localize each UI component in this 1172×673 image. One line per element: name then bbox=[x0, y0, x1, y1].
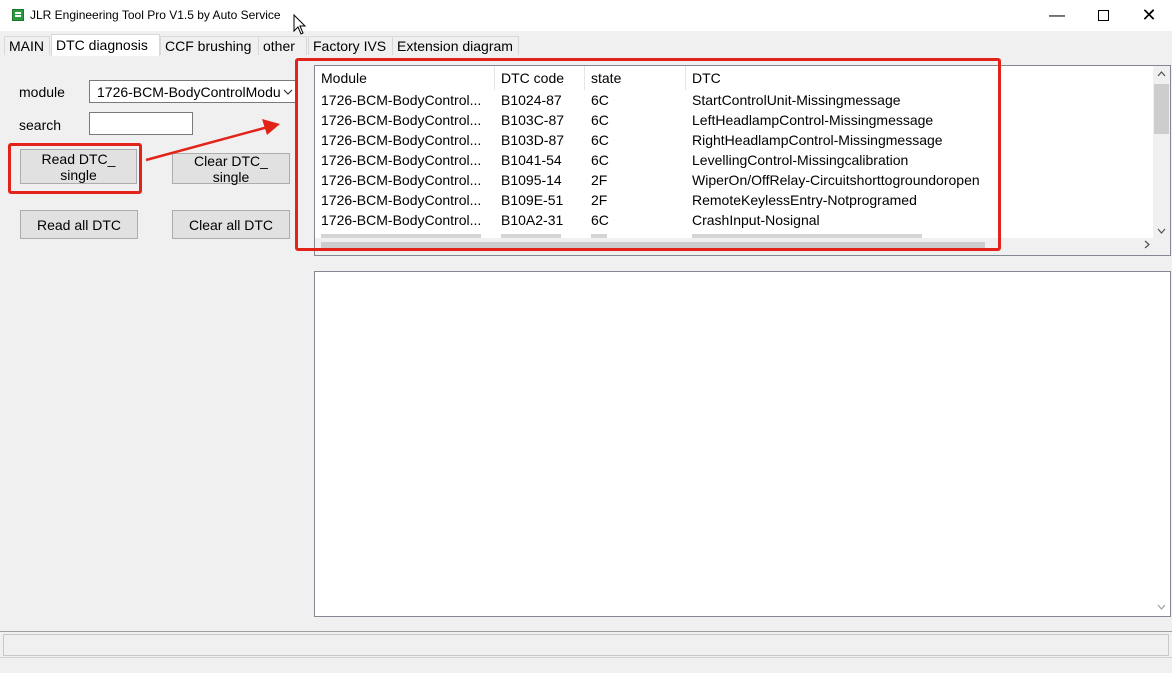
horizontal-scroll-thumb[interactable] bbox=[321, 242, 985, 251]
app-icon bbox=[12, 9, 24, 21]
scroll-down-icon[interactable] bbox=[1153, 599, 1170, 616]
cell-state: 6C bbox=[591, 212, 609, 228]
title-bar: JLR Engineering Tool Pro V1.5 by Auto Se… bbox=[0, 0, 1172, 31]
maximize-icon bbox=[1097, 10, 1109, 22]
table-row[interactable]: 1726-BCM-BodyControl... B103C-87 6C Left… bbox=[315, 110, 1155, 130]
table-row[interactable]: 1726-BCM-BodyControl... B103D-87 6C Righ… bbox=[315, 130, 1155, 150]
cell-dtc-code: B103C-87 bbox=[501, 112, 565, 128]
cell-module: 1726-BCM-BodyControl... bbox=[321, 132, 482, 148]
status-bar bbox=[3, 634, 1169, 656]
bottom-separator bbox=[0, 657, 1172, 658]
module-select-value: 1726-BCM-BodyControlModule bbox=[97, 84, 292, 100]
cell-dtc-code: B1095-14 bbox=[501, 172, 562, 188]
cell-dtc: StartControlUnit-Missingmessage bbox=[692, 92, 901, 108]
output-textarea[interactable] bbox=[314, 271, 1171, 617]
table-row[interactable]: 1726-BCM-BodyControl... B10A2-31 6C Cras… bbox=[315, 210, 1155, 230]
mouse-cursor-icon bbox=[293, 14, 307, 35]
cell-dtc: LeftHeadlampControl-Missingmessage bbox=[692, 112, 934, 128]
tab-other[interactable]: other bbox=[258, 36, 307, 55]
chevron-down-icon bbox=[281, 84, 295, 100]
column-header-module[interactable]: Module bbox=[315, 66, 495, 90]
cell-dtc-code: B1041-54 bbox=[501, 152, 562, 168]
grid-vertical-scrollbar[interactable] bbox=[1153, 66, 1170, 240]
cell-module: 1726-BCM-BodyControl... bbox=[321, 112, 482, 128]
tab-ccf-brushing[interactable]: CCF brushing bbox=[160, 36, 259, 55]
table-row[interactable]: 1726-BCM-BodyControl... B1095-14 2F Wipe… bbox=[315, 170, 1155, 190]
read-dtc-single-line1: Read DTC_ bbox=[41, 150, 116, 167]
cell-module: 1726-BCM-BodyControl... bbox=[321, 212, 482, 228]
column-header-state[interactable]: state bbox=[585, 66, 686, 90]
cell-dtc: RemoteKeylessEntry-Notprogramed bbox=[692, 192, 917, 208]
cell-dtc: WiperOn/OffRelay-Circuitshorttogroundoro… bbox=[692, 172, 980, 188]
annotation-arrow-icon bbox=[145, 119, 280, 162]
module-select[interactable]: 1726-BCM-BodyControlModule bbox=[89, 80, 298, 103]
dtc-grid[interactable]: Module DTC code state DTC 1726-BCM-BodyC… bbox=[314, 65, 1171, 256]
clear-dtc-single-line2: single bbox=[212, 168, 250, 185]
read-dtc-single-line2: single bbox=[60, 166, 97, 183]
cell-module: 1726-BCM-BodyControl... bbox=[321, 92, 482, 108]
cell-dtc: RightHeadlampControl-Missingmessage bbox=[692, 132, 943, 148]
cell-dtc: CrashInput-Nosignal bbox=[692, 212, 820, 228]
cell-dtc-code: B10A2-31 bbox=[501, 212, 564, 228]
cell-module: 1726-BCM-BodyControl... bbox=[321, 152, 482, 168]
cell-dtc-code: B103D-87 bbox=[501, 132, 565, 148]
table-row[interactable]: 1726-BCM-BodyControl... B1024-87 6C Star… bbox=[315, 90, 1155, 110]
tab-main[interactable]: MAIN bbox=[4, 36, 50, 55]
cell-module: 1726-BCM-BodyControl... bbox=[321, 172, 482, 188]
cell-state: 6C bbox=[591, 92, 609, 108]
cell-state: 6C bbox=[591, 132, 609, 148]
status-separator bbox=[0, 631, 1172, 632]
scrollbar-corner bbox=[1153, 238, 1170, 255]
tab-extension-diagram[interactable]: Extension diagram bbox=[392, 36, 519, 55]
window-title: JLR Engineering Tool Pro V1.5 by Auto Se… bbox=[30, 8, 281, 22]
cell-module: 1726-BCM-BodyControl... bbox=[321, 192, 482, 208]
close-button[interactable]: ✕ bbox=[1126, 0, 1172, 31]
table-row[interactable]: 1726-BCM-BodyControl... B109E-51 2F Remo… bbox=[315, 190, 1155, 210]
cell-state: 2F bbox=[591, 172, 608, 188]
vertical-scroll-thumb[interactable] bbox=[1154, 84, 1169, 134]
grid-horizontal-scrollbar[interactable] bbox=[315, 238, 1155, 255]
cell-state: 6C bbox=[591, 152, 609, 168]
cell-state: 2F bbox=[591, 192, 608, 208]
table-row[interactable]: 1726-BCM-BodyControl... B1041-54 6C Leve… bbox=[315, 150, 1155, 170]
minimize-button[interactable]: — bbox=[1034, 0, 1080, 31]
column-header-dtc-code[interactable]: DTC code bbox=[495, 66, 585, 90]
read-all-dtc-button[interactable]: Read all DTC bbox=[20, 210, 138, 239]
cell-dtc-code: B1024-87 bbox=[501, 92, 562, 108]
maximize-button[interactable] bbox=[1080, 0, 1126, 31]
grid-header: Module DTC code state DTC bbox=[315, 66, 1170, 90]
tab-dtc-diagnosis[interactable]: DTC diagnosis bbox=[51, 34, 160, 56]
cell-dtc-code: B109E-51 bbox=[501, 192, 564, 208]
scroll-up-icon[interactable] bbox=[1153, 66, 1170, 83]
tab-factory-ivs[interactable]: Factory IVS bbox=[308, 36, 393, 55]
cell-state: 6C bbox=[591, 112, 609, 128]
column-header-dtc[interactable]: DTC bbox=[686, 66, 1155, 90]
module-label: module bbox=[19, 84, 65, 100]
cell-dtc: LevellingControl-Missingcalibration bbox=[692, 152, 909, 168]
read-dtc-single-button[interactable]: Read DTC_ single bbox=[20, 149, 137, 184]
search-label: search bbox=[19, 117, 62, 133]
clear-all-dtc-button[interactable]: Clear all DTC bbox=[172, 210, 290, 239]
